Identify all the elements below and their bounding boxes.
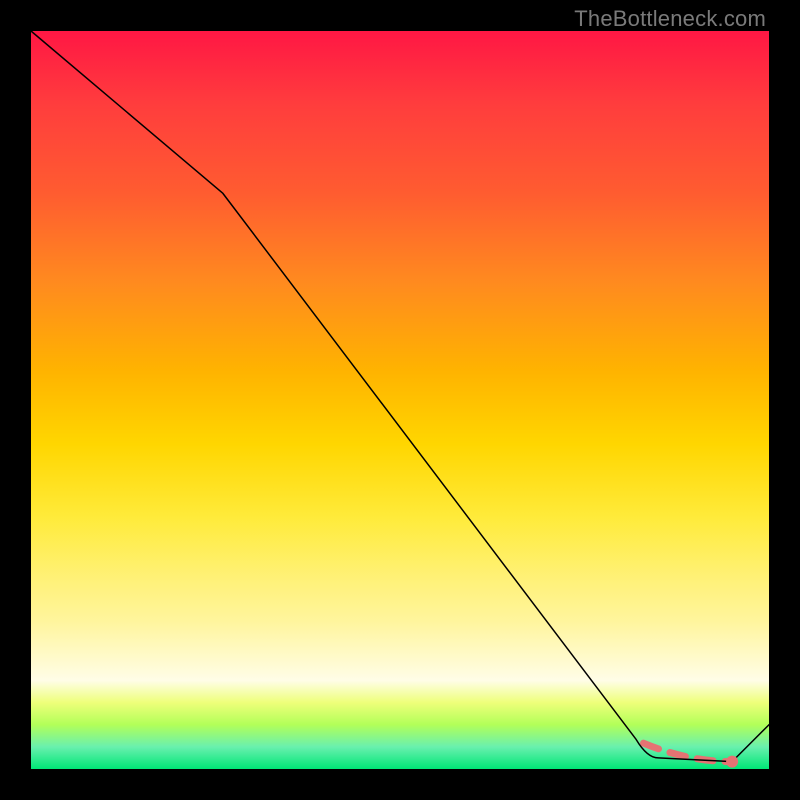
attribution-text: TheBottleneck.com xyxy=(574,6,766,32)
chart-stage: TheBottleneck.com xyxy=(0,0,800,800)
chart-overlay xyxy=(31,31,769,769)
bottleneck-curve xyxy=(31,31,769,762)
optimal-point-marker xyxy=(726,756,738,768)
